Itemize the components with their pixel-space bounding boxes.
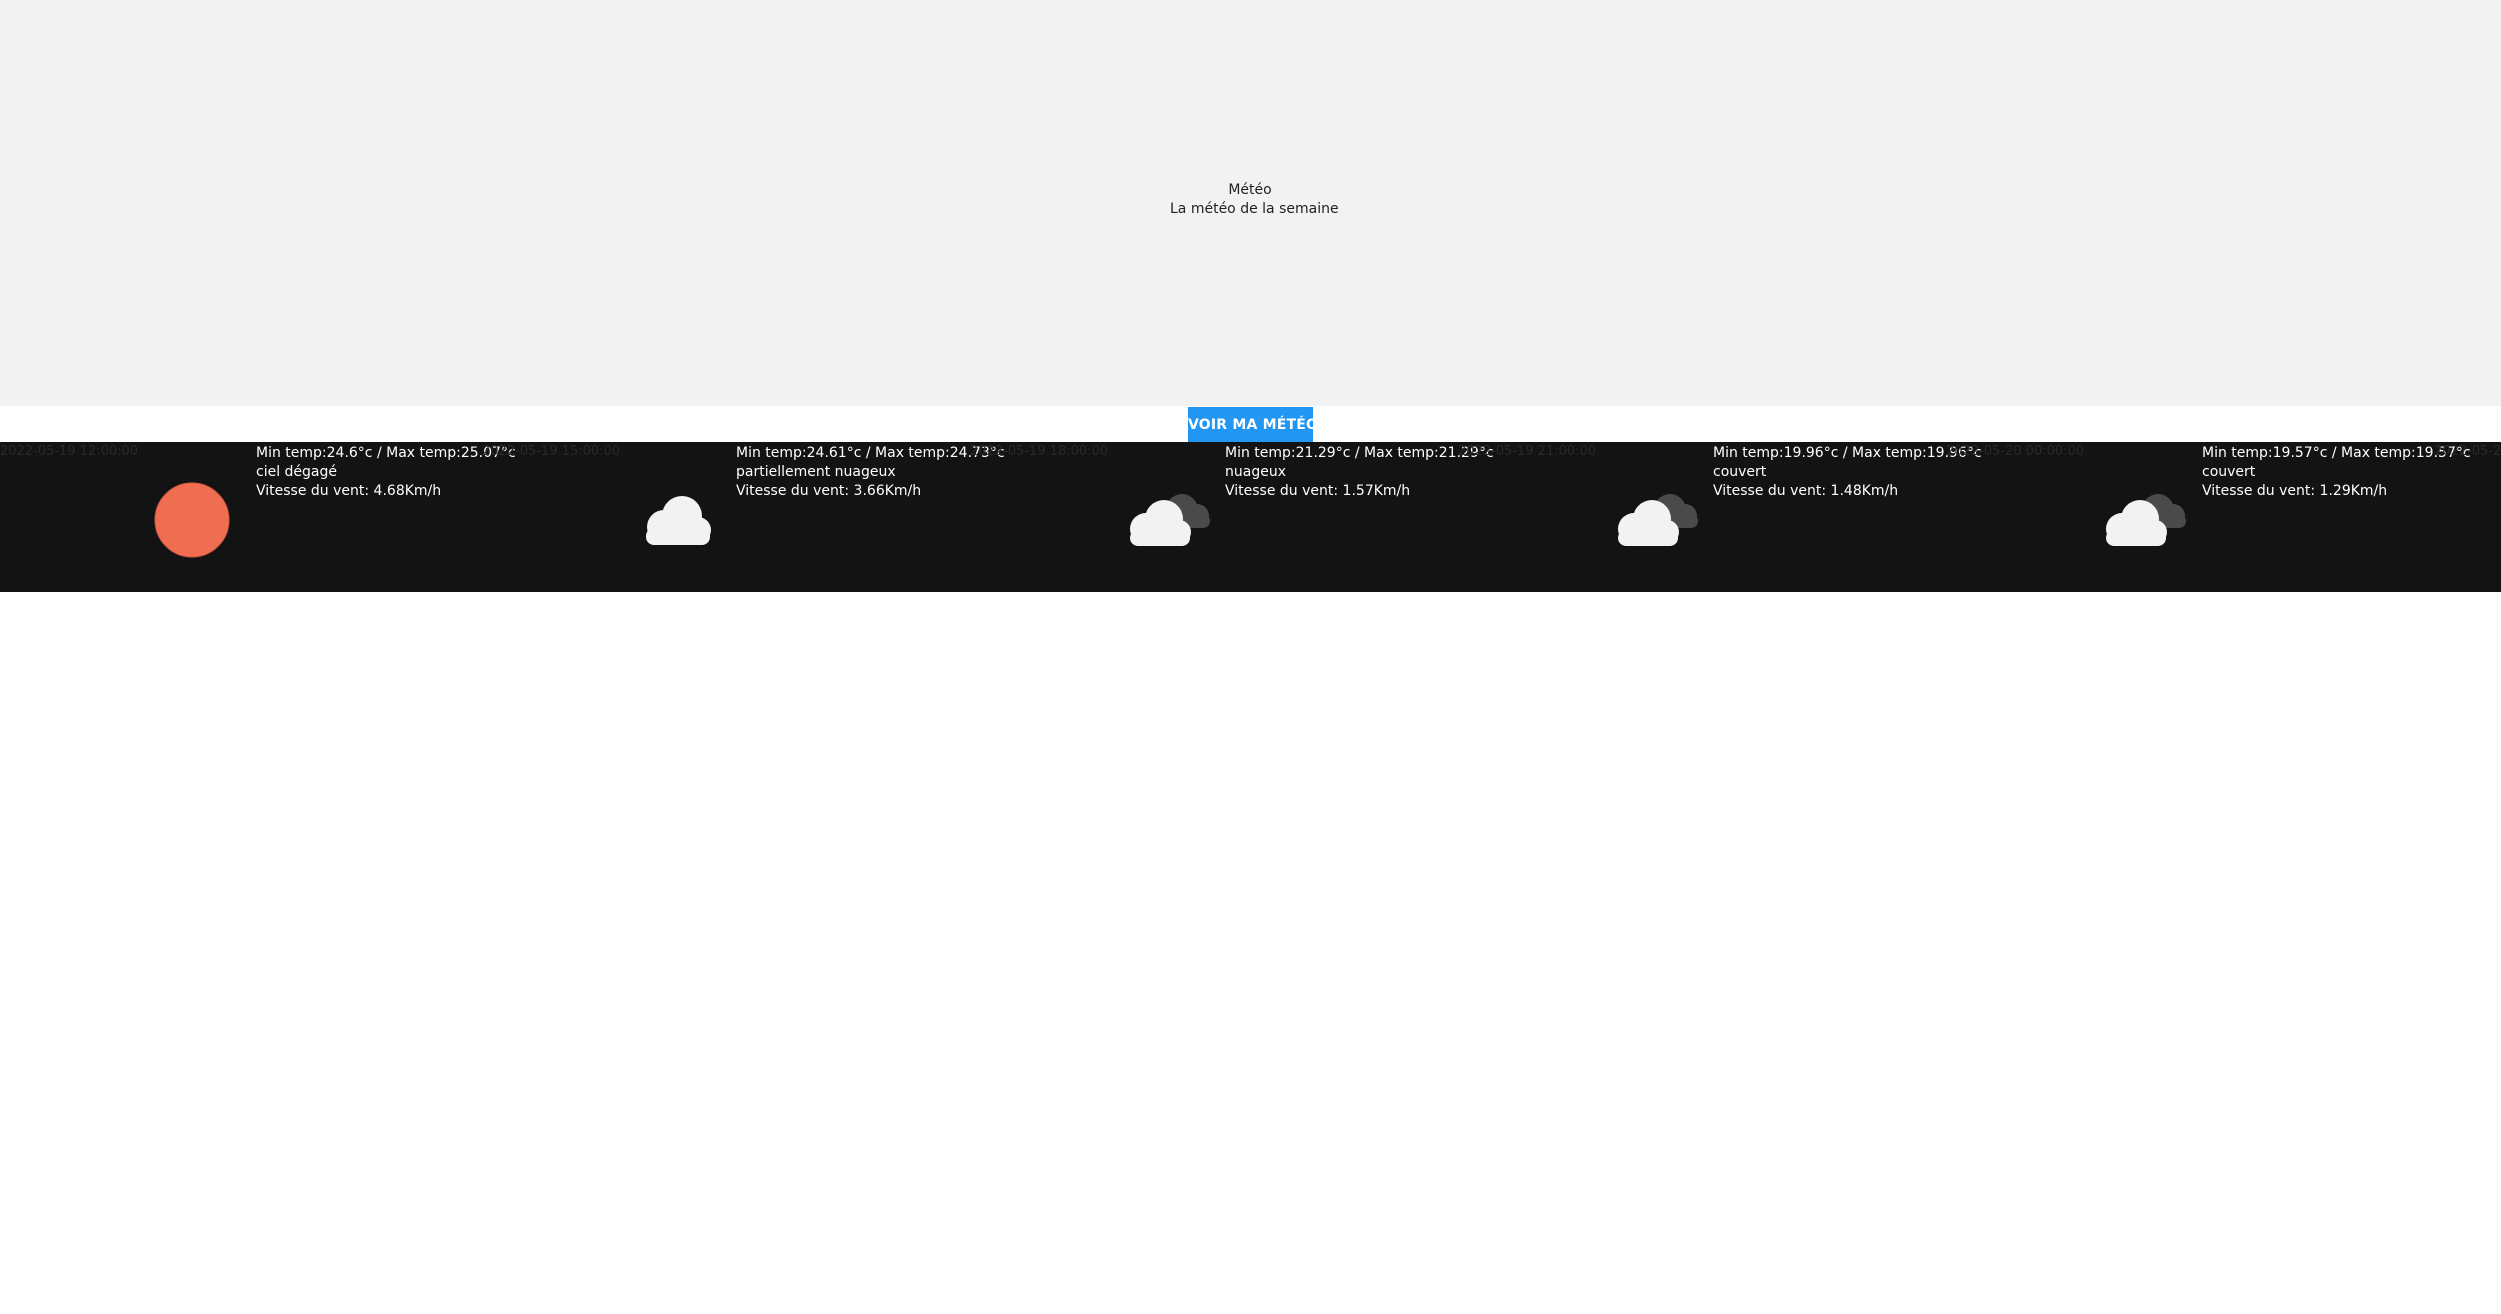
forecast-temps: Min temp:21.29°c / Max temp:21.29°c — [1225, 445, 1494, 461]
forecast-date: 2022-05-19 12:00:00 — [0, 444, 139, 459]
broken-clouds-icon — [1106, 472, 1226, 562]
forecast-wind: Vitesse du vent: 1.48Km/h — [1713, 483, 1899, 499]
forecast-date: 2022-05-20 00:00:00 — [1946, 444, 2085, 459]
forecast-wind: Vitesse du vent: 3.66Km/h — [736, 483, 922, 499]
page-subtitle: La météo de la semaine — [1170, 201, 1339, 217]
forecast-info: Min temp:24.6°c / Max temp:25.07°c ciel … — [256, 444, 516, 501]
page-title: Météo — [1228, 182, 1272, 198]
forecast-date: 2022-05-19 15:00:00 — [482, 444, 621, 459]
forecast-info: Min temp:24.61°c / Max temp:24.73°c part… — [736, 444, 1005, 501]
forecast-temps: Min temp:19.57°c / Max temp:19.57°c — [2202, 445, 2471, 461]
forecast-info: Min temp:19.96°c / Max temp:19.96°c couv… — [1713, 444, 1982, 501]
forecast-strip: 2022-05-19 12:00:00 Min temp:24.6°c / Ma… — [0, 442, 2501, 592]
forecast-day: 2022-05-19 21:00:00 Min temp:19.96°c / M… — [1458, 442, 1982, 592]
forecast-info: Min temp:19.57°c / Max temp:19.57°c couv… — [2202, 444, 2471, 501]
forecast-date: 2022-05-20 03:00:00 — [2434, 444, 2501, 459]
overcast-clouds-icon — [2082, 472, 2202, 562]
sun-icon — [132, 472, 252, 562]
forecast-description: couvert — [2202, 464, 2256, 480]
forecast-temps: Min temp:19.96°c / Max temp:19.96°c — [1713, 445, 1982, 461]
forecast-description: nuageux — [1225, 464, 1286, 480]
overcast-clouds-icon — [1594, 472, 1714, 562]
forecast-info: Min temp:21.29°c / Max temp:21.29°c nuag… — [1225, 444, 1494, 501]
forecast-temps: Min temp:24.61°c / Max temp:24.73°c — [736, 445, 1005, 461]
forecast-day: 2022-05-20 03:00:00 — [2434, 442, 2501, 592]
forecast-date: 2022-05-19 18:00:00 — [970, 444, 1109, 459]
forecast-wind: Vitesse du vent: 1.57Km/h — [1225, 483, 1411, 499]
forecast-date: 2022-05-19 21:00:00 — [1458, 444, 1597, 459]
forecast-wind: Vitesse du vent: 4.68Km/h — [256, 483, 442, 499]
forecast-temps: Min temp:24.6°c / Max temp:25.07°c — [256, 445, 516, 461]
forecast-description: ciel dégagé — [256, 464, 338, 480]
header-text: Météo La météo de la semaine — [1170, 181, 1339, 219]
forecast-description: partiellement nuageux — [736, 464, 896, 480]
forecast-description: couvert — [1713, 464, 1767, 480]
forecast-day: 2022-05-19 18:00:00 Min temp:21.29°c / M… — [970, 442, 1494, 592]
forecast-day: 2022-05-19 12:00:00 Min temp:24.6°c / Ma… — [0, 442, 516, 592]
voir-ma-meteo-button[interactable]: VOIR MA MÉTÉO — [1188, 407, 1318, 442]
forecast-day: 2022-05-20 00:00:00 Min temp:19.57°c / M… — [1946, 442, 2471, 592]
forecast-day: 2022-05-19 15:00:00 Min temp:24.61°c / M… — [482, 442, 1005, 592]
forecast-wind: Vitesse du vent: 1.29Km/h — [2202, 483, 2388, 499]
cloud-icon — [618, 472, 738, 562]
header-banner: Météo La météo de la semaine — [0, 0, 2501, 406]
